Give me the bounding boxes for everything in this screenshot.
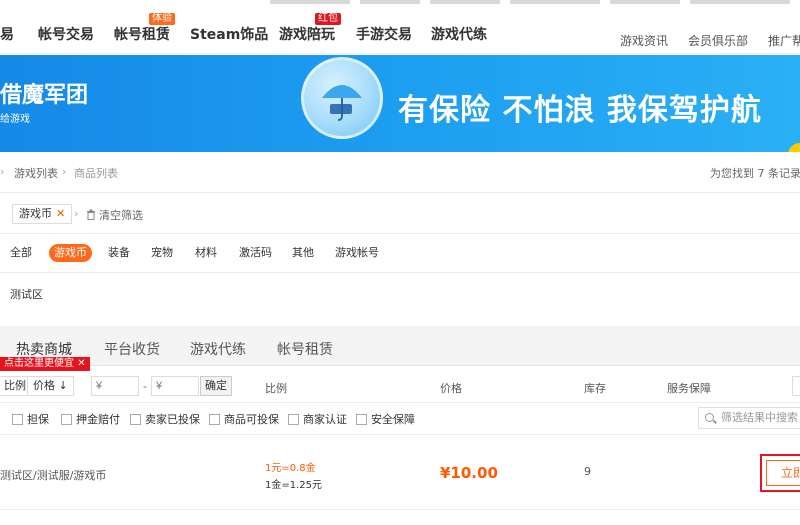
tab-account-rent[interactable]: 帐号租赁 — [277, 339, 333, 359]
table-row: 测试区/测试服/游戏币 1元=0.8金 1金=1.25元 ¥10.00 9 立即 — [0, 440, 800, 510]
breadcrumb-item-list: 商品列表 — [74, 167, 118, 180]
checkbox-icon — [356, 413, 367, 425]
breadcrumb-separator-icon: › — [0, 165, 5, 178]
category-game-currency[interactable]: 游戏币 — [49, 244, 92, 262]
divider — [0, 272, 800, 273]
listing-server-path[interactable]: 测试区/测试服/游戏币 — [0, 467, 106, 483]
zone-option[interactable]: 测试区 — [10, 286, 43, 302]
sort-bar: 比例 价格 ↓ - 确定 比例 价格 库存 服务保障 — [0, 372, 800, 400]
banner-slogan: 有保险 不怕浪 我保驾护航 — [398, 93, 762, 128]
listing-price: ¥10.00 — [440, 464, 498, 482]
sort-price-label: 价格 — [33, 379, 55, 392]
filter-insurable-checkbox[interactable]: 商品可投保 — [209, 411, 279, 427]
search-icon — [705, 413, 714, 422]
listing-tabs: 热卖商城 平台收货 游戏代练 帐号租赁 — [0, 326, 800, 366]
filter-chip[interactable]: 游戏币 ✕ — [12, 204, 73, 224]
filter-deposit-label: 押金赔付 — [76, 413, 120, 426]
trash-icon — [87, 209, 95, 220]
promo-tip-badge[interactable]: 点击这里更便宜 ✕ — [0, 357, 90, 371]
nav-item-account-trade[interactable]: 帐号交易 — [38, 24, 94, 44]
result-count: 为您找到 7 条记录 — [710, 167, 800, 180]
breadcrumb: › 游戏列表 › 商品列表 为您找到 7 条记录 — [0, 162, 800, 182]
filter-safety-label: 安全保障 — [371, 413, 415, 426]
column-ratio: 比例 — [265, 382, 287, 395]
filter-insurable-label: 商品可投保 — [224, 413, 279, 426]
nav-link-promote[interactable]: 推广帮 — [768, 32, 800, 49]
nav-badge-redpacket: 红包 — [315, 13, 341, 25]
divider — [0, 233, 800, 234]
banner-title: 借魔军团 — [0, 83, 89, 108]
price-confirm-button[interactable]: 确定 — [200, 376, 232, 396]
close-icon[interactable]: ✕ — [77, 358, 85, 369]
divider — [0, 192, 800, 193]
nav-link-news[interactable]: 游戏资讯 — [620, 32, 668, 49]
clear-filter-label: 清空筛选 — [99, 209, 143, 222]
result-search-placeholder: 筛选结果中搜索 — [721, 411, 798, 424]
filter-guarantee-label: 担保 — [27, 413, 49, 426]
filter-deposit-checkbox[interactable]: 押金赔付 — [61, 411, 120, 427]
tab-hot-mall[interactable]: 热卖商城 — [16, 339, 72, 359]
nav-item-trade[interactable]: 易 — [0, 24, 14, 44]
category-equipment[interactable]: 装备 — [104, 244, 134, 262]
main-nav: 易 帐号交易 帐号租赁 体验 Steam饰品 游戏陪玩 红包 手游交易 游戏代练… — [0, 6, 800, 54]
nav-item-boosting[interactable]: 游戏代练 — [431, 24, 487, 44]
checkbox-icon — [288, 413, 299, 425]
listing-ratio-primary: 1元=0.8金 — [265, 463, 316, 474]
nav-item-steam[interactable]: Steam饰品 — [190, 24, 268, 44]
max-price-input[interactable] — [151, 376, 199, 396]
nav-item-companion[interactable]: 游戏陪玩 — [279, 24, 335, 44]
checkbox-icon — [130, 413, 141, 425]
remove-filter-icon[interactable]: ✕ — [56, 207, 65, 220]
filter-safety-checkbox[interactable]: 安全保障 — [356, 411, 415, 427]
service-filter-row: 担保 押金赔付 卖家已投保 商品可投保 商家认证 安全保障 筛选结果中搜索 — [0, 405, 800, 431]
category-activation-code[interactable]: 激活码 — [235, 244, 276, 262]
tab-platform-buy[interactable]: 平台收货 — [104, 339, 160, 359]
column-stock: 库存 — [584, 382, 606, 395]
divider — [0, 402, 800, 403]
column-price: 价格 — [440, 382, 462, 395]
filter-merchant-verified-checkbox[interactable]: 商家认证 — [288, 411, 347, 427]
result-search-input[interactable]: 筛选结果中搜索 — [698, 407, 800, 429]
price-range-separator: - — [143, 380, 147, 393]
nav-link-club[interactable]: 会员俱乐部 — [688, 32, 748, 49]
arrow-down-icon: ↓ — [58, 379, 68, 392]
promo-tip-text: 点击这里更便宜 — [4, 358, 74, 369]
checkbox-icon — [12, 413, 23, 425]
clear-filter-link[interactable]: 清空筛选 — [86, 207, 143, 223]
filter-guarantee-checkbox[interactable]: 担保 — [12, 411, 49, 427]
nav-badge-trial: 体验 — [149, 13, 175, 25]
category-game-account[interactable]: 游戏帐号 — [331, 244, 383, 262]
listing-stock: 9 — [584, 465, 591, 478]
breadcrumb-separator-icon: › — [62, 165, 67, 178]
banner-decoration-dot — [788, 143, 800, 152]
category-pets[interactable]: 宠物 — [147, 244, 177, 262]
column-service: 服务保障 — [667, 382, 711, 395]
category-materials[interactable]: 材料 — [191, 244, 221, 262]
more-options-button[interactable] — [792, 376, 800, 396]
category-all[interactable]: 全部 — [6, 244, 36, 262]
tab-boosting[interactable]: 游戏代练 — [190, 339, 246, 359]
sort-by-price-button[interactable]: 价格 ↓ — [27, 376, 74, 396]
chevron-right-icon: › — [74, 207, 79, 220]
banner-subtitle: 给游戏 — [0, 114, 30, 125]
breadcrumb-game-list[interactable]: 游戏列表 — [14, 165, 58, 181]
buy-now-button[interactable]: 立即 — [766, 460, 800, 486]
filter-seller-insured-checkbox[interactable]: 卖家已投保 — [130, 411, 200, 427]
nav-item-mobile-trade[interactable]: 手游交易 — [356, 24, 412, 44]
listing-ratio-secondary: 1金=1.25元 — [265, 480, 323, 491]
divider — [0, 434, 800, 435]
filter-merchant-verified-label: 商家认证 — [303, 413, 347, 426]
filter-seller-insured-label: 卖家已投保 — [145, 413, 200, 426]
promo-banner[interactable]: 借魔军团 给游戏 有保险 不怕浪 我保驾护航 — [0, 55, 800, 152]
nav-item-account-rent[interactable]: 帐号租赁 — [114, 24, 170, 44]
min-price-input[interactable] — [91, 376, 139, 396]
checkbox-icon — [61, 413, 72, 425]
filter-chip-label: 游戏币 — [19, 207, 52, 220]
checkbox-icon — [209, 413, 220, 425]
umbrella-icon — [301, 57, 383, 139]
category-other[interactable]: 其他 — [288, 244, 318, 262]
